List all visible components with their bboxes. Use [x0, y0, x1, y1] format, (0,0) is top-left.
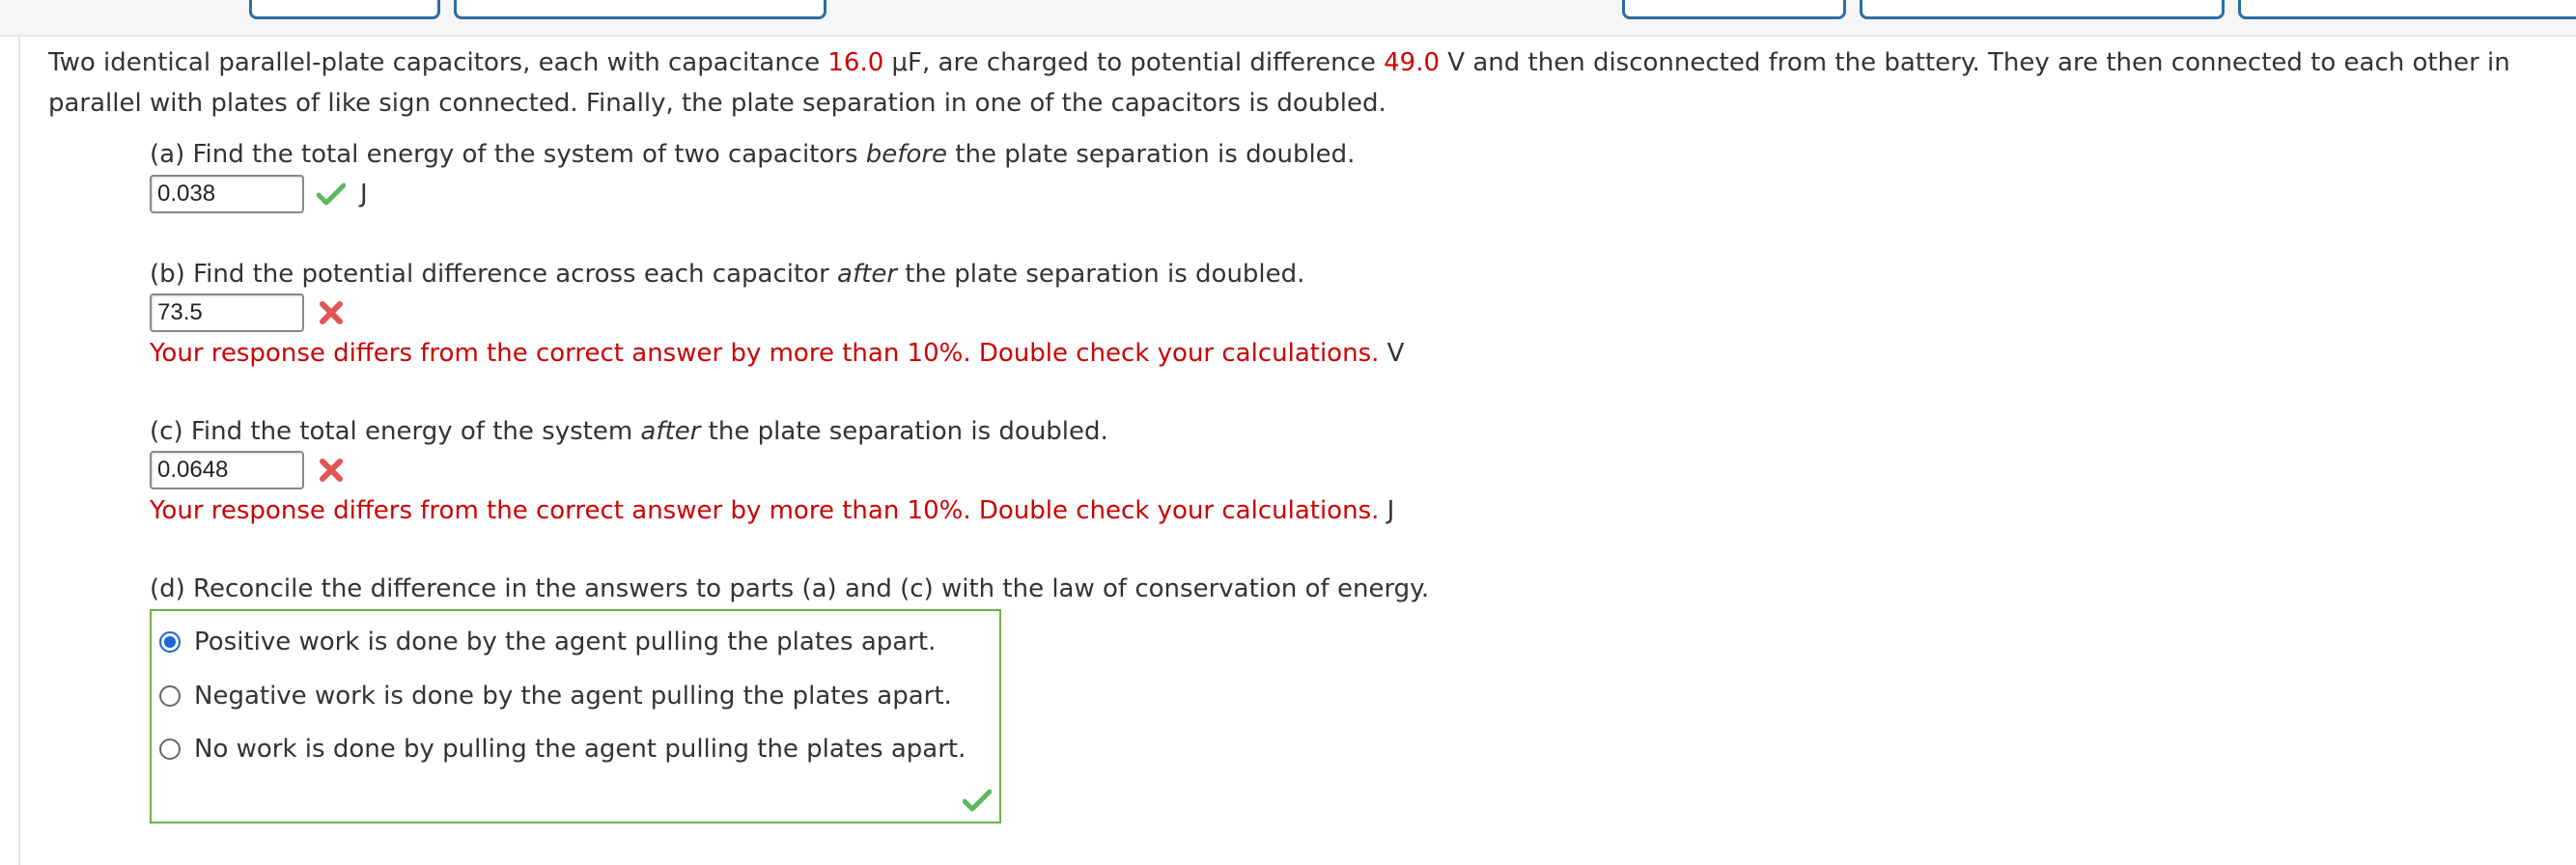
cross-icon [316, 455, 347, 486]
problem-text-1: Two identical parallel-plate capacitors,… [48, 48, 828, 77]
radio-selected[interactable] [159, 631, 181, 653]
choice-negative-work[interactable]: Negative work is done by the agent pulli… [159, 677, 952, 715]
choice-positive-work[interactable]: Positive work is done by the agent pulli… [159, 623, 936, 661]
part-c-question: (c) Find the total energy of the system … [150, 412, 1108, 451]
part-b-feedback-text: Your response differs from the correct a… [150, 339, 1380, 368]
capacitance-value: 16.0 [827, 48, 884, 77]
part-b-answer-row: 73.5 [150, 292, 347, 334]
part-c-text-end: the plate separation is doubled. [700, 417, 1108, 446]
part-b-text-end: the plate separation is doubled. [897, 260, 1305, 289]
part-c-answer-input[interactable]: 0.0648 [150, 451, 304, 489]
choice-label: Positive work is done by the agent pulli… [194, 628, 937, 656]
toolbar-button-2[interactable] [454, 0, 826, 19]
part-b-text: (b) Find the potential difference across… [150, 260, 838, 289]
toolbar-button-5[interactable] [2238, 0, 2576, 19]
part-c-feedback: Your response differs from the correct a… [150, 491, 1394, 530]
toolbar-button-1[interactable] [249, 0, 440, 19]
radio-unselected[interactable] [159, 685, 181, 707]
part-c-unit: J [1386, 496, 1395, 525]
part-a-unit: J [360, 180, 368, 209]
choice-label: Negative work is done by the agent pulli… [194, 682, 952, 711]
problem-statement: Two identical parallel-plate capacitors,… [48, 42, 2539, 124]
part-a-answer-row: 0.038 J [150, 173, 368, 215]
part-b-emphasis: after [837, 260, 898, 289]
part-c-feedback-text: Your response differs from the correct a… [150, 496, 1380, 525]
check-icon [962, 789, 993, 816]
part-b-feedback: Your response differs from the correct a… [150, 334, 1404, 373]
cross-icon [316, 297, 347, 328]
choice-no-work[interactable]: No work is done by pulling the agent pul… [159, 730, 966, 768]
check-icon [316, 179, 347, 209]
part-d-question: (d) Reconcile the difference in the answ… [150, 574, 1430, 603]
part-a-emphasis: before [865, 140, 948, 169]
voltage-value: 49.0 [1384, 48, 1441, 77]
top-toolbar [0, 0, 2576, 37]
toolbar-button-3[interactable] [1622, 0, 1846, 19]
part-c-text: (c) Find the total energy of the system [150, 417, 641, 446]
part-b-answer-input[interactable]: 73.5 [150, 293, 304, 332]
part-a-text-end: the plate separation is doubled. [947, 140, 1356, 169]
part-b-question: (b) Find the potential difference across… [150, 255, 1304, 293]
part-c-emphasis: after [640, 417, 701, 446]
toolbar-button-4[interactable] [1860, 0, 2225, 19]
part-c-answer-row: 0.0648 [150, 449, 347, 491]
choice-label: No work is done by pulling the agent pul… [194, 735, 966, 764]
part-a-answer-input[interactable]: 0.038 [150, 175, 304, 213]
left-divider [18, 37, 20, 865]
part-a-question: (a) Find the total energy of the system … [150, 135, 1355, 174]
part-d-choices: Positive work is done by the agent pulli… [150, 609, 1001, 823]
radio-unselected[interactable] [159, 739, 181, 760]
problem-text-2: μF, are charged to potential difference [883, 48, 1385, 77]
part-b-unit: V [1386, 339, 1405, 368]
part-a-text: (a) Find the total energy of the system … [150, 140, 866, 169]
